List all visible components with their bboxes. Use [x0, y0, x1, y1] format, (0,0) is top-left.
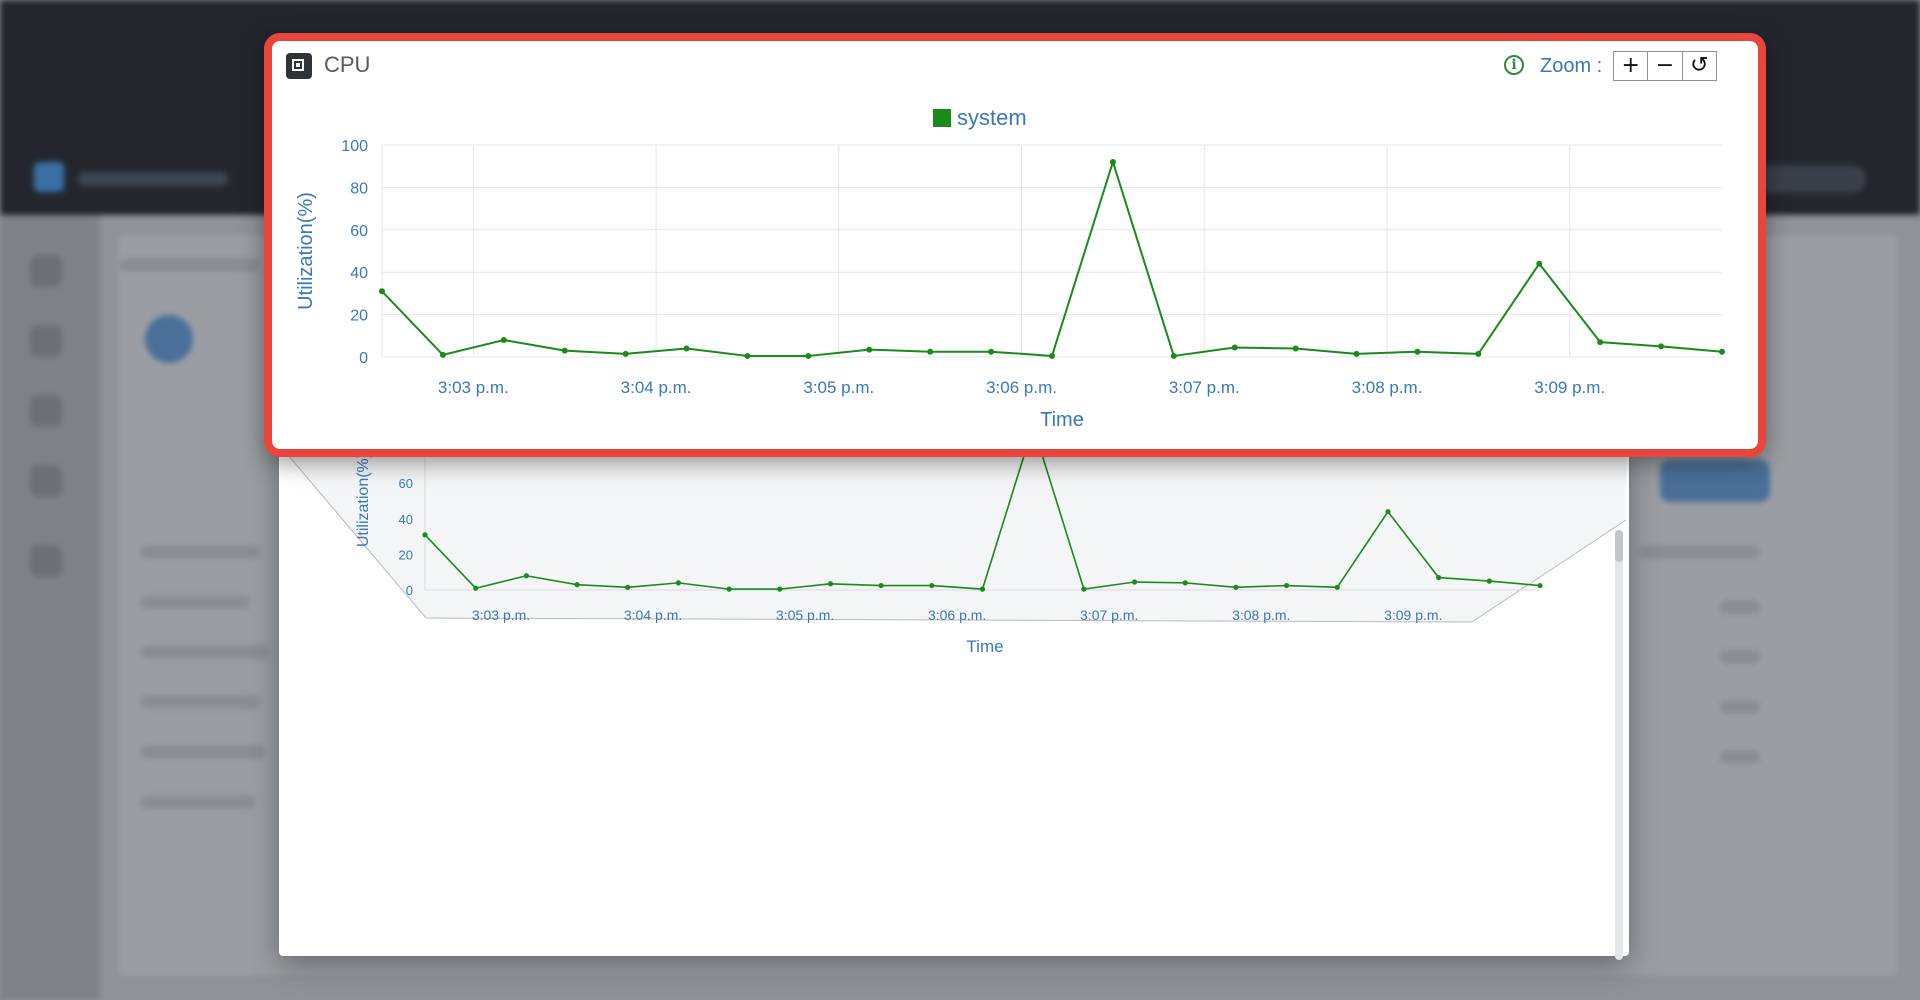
perspective-y-tick-label: 0: [406, 583, 413, 598]
x-tick-label: 3:08 p.m.: [1352, 378, 1423, 397]
perspective-data-point: [675, 580, 682, 586]
perspective-x-tick-label: 3:07 p.m.: [1080, 607, 1138, 623]
data-point: [379, 288, 385, 295]
perspective-data-point: [1334, 584, 1340, 590]
x-tick-label: 3:06 p.m.: [986, 378, 1057, 397]
perspective-data-point: [473, 585, 479, 591]
cpu-chart-panel: CPU i Zoom : + − ↺ system 0 20 40 60 80 100 3:0…: [264, 33, 1766, 457]
perspective-y-tick-label: 60: [399, 476, 413, 491]
data-point: [1292, 345, 1299, 352]
x-axis-title: Time: [1040, 409, 1084, 431]
perspective-data-point: [1283, 582, 1290, 589]
perspective-x-tick-label: 3:06 p.m.: [928, 607, 986, 623]
perspective-data-point: [422, 532, 428, 538]
perspective-data-point: [574, 582, 580, 588]
perspective-data-point: [1385, 509, 1391, 515]
perspective-data-point: [1486, 578, 1492, 584]
data-point: [1475, 350, 1482, 357]
x-tick-label: 3:07 p.m.: [1169, 378, 1240, 397]
data-point: [927, 348, 934, 355]
data-point: [1719, 348, 1725, 355]
data-point: [622, 350, 629, 357]
perspective-y-axis-title: Utilization(%): [355, 453, 372, 547]
perspective-data-point: [625, 584, 631, 590]
data-point: [683, 345, 690, 352]
data-point: [500, 337, 507, 344]
x-tick-label: 3:09 p.m.: [1534, 378, 1605, 397]
perspective-data-point: [726, 586, 732, 592]
perspective-y-tick-label: 20: [399, 547, 413, 562]
x-tick-label: 3:05 p.m.: [803, 378, 874, 397]
data-point: [561, 347, 568, 354]
perspective-data-point: [777, 586, 783, 592]
perspective-y-tick-label: 40: [399, 512, 413, 527]
data-point: [866, 346, 873, 353]
data-point: [1597, 339, 1604, 346]
y-tick-label: 40: [350, 265, 368, 282]
perspective-data-point: [1537, 582, 1543, 589]
y-tick-label: 60: [350, 223, 368, 240]
data-point: [1414, 348, 1421, 355]
y-tick-label: 80: [350, 180, 368, 197]
data-point: [805, 352, 812, 359]
data-point: [744, 352, 751, 359]
data-point: [1658, 343, 1665, 350]
data-point: [988, 348, 995, 355]
perspective-data-point: [1436, 574, 1442, 581]
series-line-system: [381, 160, 1723, 357]
perspective-data-point: [1182, 580, 1188, 586]
data-point: [1231, 344, 1238, 351]
y-tick-label: 20: [350, 308, 368, 325]
y-tick-label: 100: [341, 138, 368, 155]
perspective-data-point: [1131, 579, 1138, 585]
perspective-data-point: [1081, 586, 1087, 592]
data-point: [1109, 158, 1116, 165]
legend-label: system: [957, 105, 1027, 130]
x-tick-label: 3:03 p.m.: [438, 378, 509, 397]
data-point: [1353, 350, 1360, 357]
perspective-x-tick-label: 3:04 p.m.: [624, 607, 682, 623]
x-tick-label: 3:04 p.m.: [621, 378, 692, 397]
data-point: [439, 351, 446, 358]
legend-swatch: [933, 109, 951, 127]
y-tick-label: 0: [359, 350, 368, 367]
perspective-data-point: [827, 581, 834, 587]
perspective-data-point: [1233, 584, 1239, 590]
perspective-x-axis-title: Time: [966, 637, 1003, 656]
perspective-data-point: [523, 573, 529, 579]
data-point: [1049, 352, 1055, 359]
perspective-x-tick-label: 3:03 p.m.: [472, 607, 530, 623]
perspective-data-point: [929, 582, 935, 589]
y-axis-title: Utilization(%): [295, 192, 317, 310]
perspective-x-tick-label: 3:05 p.m.: [776, 607, 834, 623]
perspective-x-tick-label: 3:09 p.m.: [1384, 607, 1442, 623]
perspective-x-tick-label: 3:08 p.m.: [1232, 607, 1290, 623]
perspective-floor: [282, 448, 1626, 622]
data-point: [1536, 260, 1543, 267]
cpu-line-chart: system 0 20 40 60 80 100 3:03 p.m. 3:04 p.m. 3:05…: [295, 105, 1725, 431]
perspective-data-point: [878, 582, 884, 589]
perspective-data-point: [979, 586, 986, 592]
data-point: [1170, 352, 1177, 359]
